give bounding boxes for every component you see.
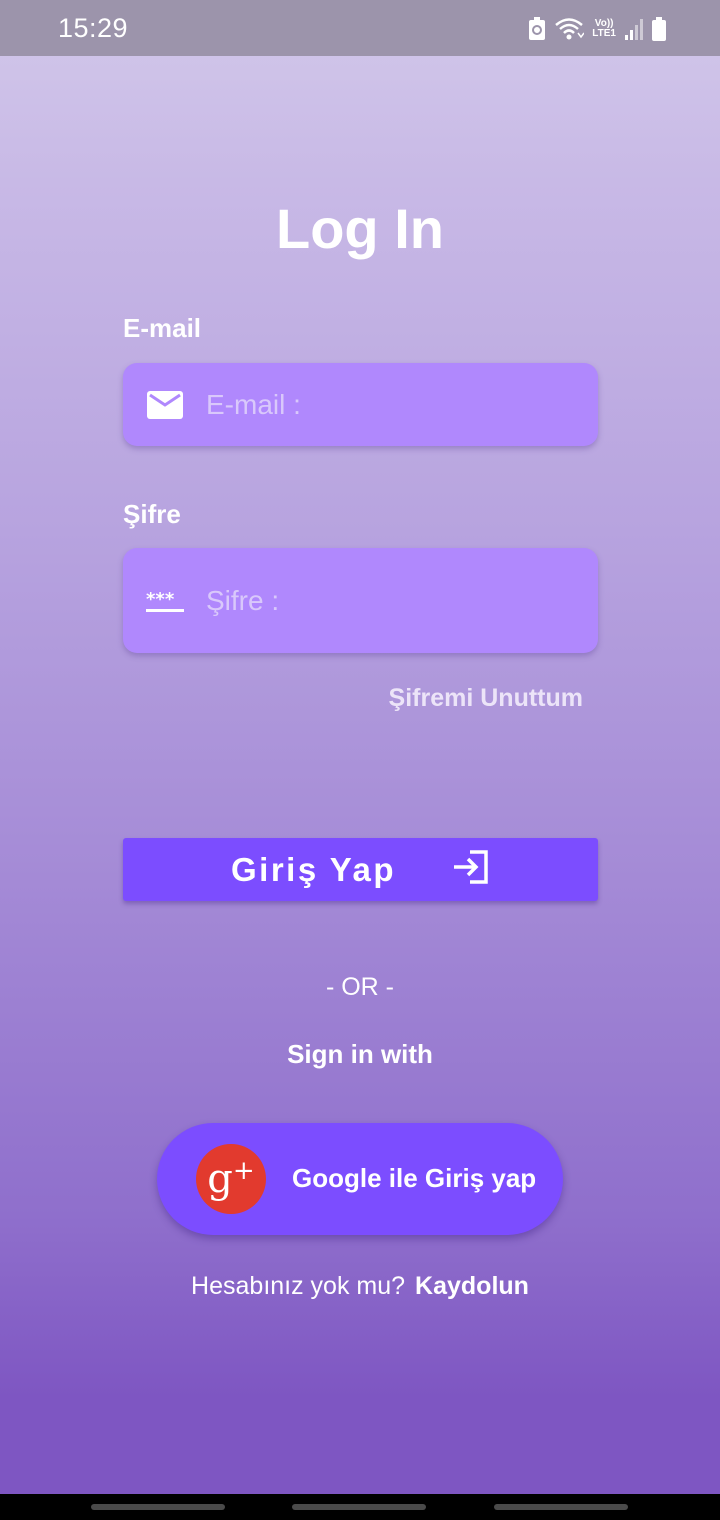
status-time: 15:29 [58,13,129,43]
no-account-text: Hesabınız yok mu? [191,1272,406,1300]
svg-text:***: *** [146,589,175,610]
email-field[interactable]: E-mail : [123,363,598,446]
google-icon-letter: g [207,1156,233,1202]
wifi-icon [554,17,585,41]
password-icon: *** [146,589,184,613]
navigation-bar [0,1494,720,1520]
forgot-password-link[interactable]: Şifremi Unuttum [389,684,583,713]
nav-handle-right[interactable] [494,1504,628,1510]
email-label: E-mail [123,313,202,343]
volte-icon: Vo)) LTE1 [592,19,616,39]
battery-icon [652,17,666,41]
password-field[interactable]: *** Şifre : [123,548,598,653]
login-icon [452,850,490,889]
google-plus-icon: g + [196,1144,266,1214]
login-button-label: Giriş Yap [231,850,396,888]
password-label: Şifre [123,499,181,529]
mail-icon [146,390,184,419]
or-divider: - OR - [325,973,395,1001]
lte-label: LTE1 [592,28,616,39]
password-placeholder: Şifre : [206,584,280,616]
battery-saver-icon [528,17,546,41]
nav-handle-left[interactable] [91,1504,225,1510]
register-prompt: Hesabınız yok mu? Kaydolun [0,1272,720,1301]
sign-in-with-label: Sign in with [287,1039,433,1069]
page-title: Log In [276,197,444,260]
google-login-button[interactable]: g + Google ile Giriş yap [157,1123,563,1235]
email-placeholder: E-mail : [206,388,301,420]
signal-icon [624,18,644,40]
status-bar: 15:29 Vo)) LTE1 [0,0,720,56]
nav-handle-center[interactable] [292,1504,426,1510]
register-link[interactable]: Kaydolun [415,1272,529,1300]
status-icons: Vo)) LTE1 [528,14,666,44]
google-icon-plus: + [232,1156,255,1186]
google-login-label: Google ile Giriş yap [292,1163,537,1193]
login-button[interactable]: Giriş Yap [123,838,598,901]
